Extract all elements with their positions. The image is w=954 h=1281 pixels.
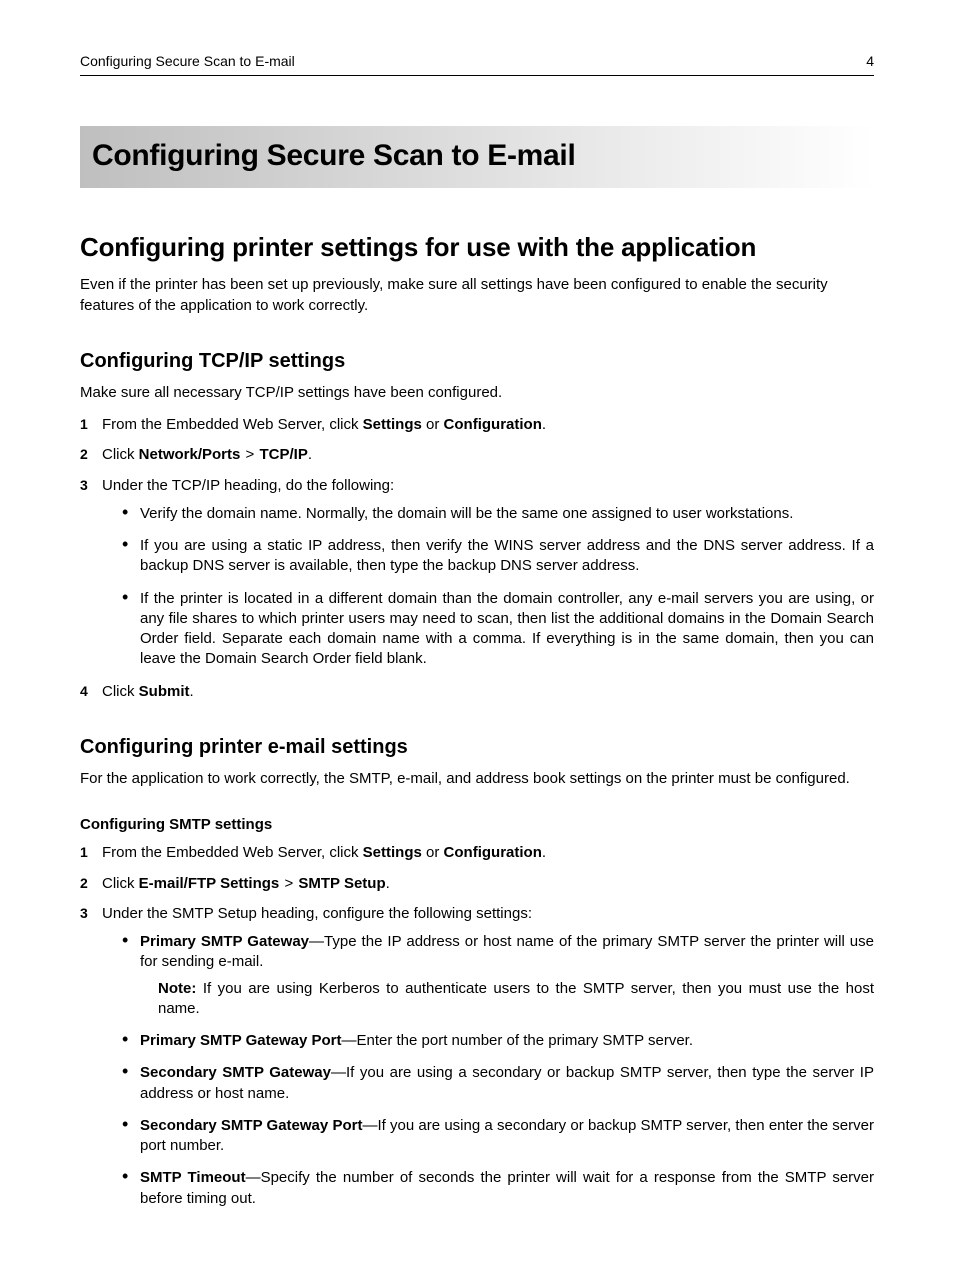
text: or [422, 416, 444, 433]
intro-paragraph: Even if the printer has been set up prev… [80, 275, 874, 316]
text: . [308, 446, 312, 463]
bold-text: SMTP Timeout [140, 1169, 246, 1186]
note: Note: If you are using Kerberos to authe… [158, 979, 874, 1020]
bullet-item: If you are using a static IP address, th… [122, 536, 874, 577]
bullet-item: Primary SMTP Gateway Port—Enter the port… [122, 1031, 874, 1051]
text: or [422, 844, 444, 861]
header-title: Configuring Secure Scan to E-mail [80, 52, 295, 71]
note-label: Note: [158, 980, 196, 997]
step-number: 2 [80, 445, 88, 464]
heading-smtp: Configuring SMTP settings [80, 815, 874, 835]
tcpip-bullets: Verify the domain name. Normally, the do… [122, 504, 874, 670]
bullet-item: Verify the domain name. Normally, the do… [122, 504, 874, 524]
bold-text: Submit [139, 683, 190, 700]
step-number: 4 [80, 682, 88, 701]
bold-text: Primary SMTP Gateway Port [140, 1032, 341, 1049]
step-item: 1 From the Embedded Web Server, click Se… [80, 415, 874, 435]
smtp-bullets: Primary SMTP Gateway—Type the IP address… [122, 932, 874, 1209]
bold-text: Secondary SMTP Gateway [140, 1064, 331, 1081]
step-text: From the Embedded Web Server, click Sett… [102, 416, 546, 433]
bullet-item: If the printer is located in a different… [122, 589, 874, 670]
bullet-item: SMTP Timeout—Specify the number of secon… [122, 1168, 874, 1209]
chevron: > [284, 875, 293, 892]
text: . [190, 683, 194, 700]
text: From the Embedded Web Server, click [102, 416, 363, 433]
step-text: Click Network/Ports > TCP/IP. [102, 446, 312, 463]
text: Click [102, 683, 139, 700]
smtp-steps: 1 From the Embedded Web Server, click Se… [80, 843, 874, 1209]
step-item: 2 Click Network/Ports > TCP/IP. [80, 445, 874, 465]
bold-text: Configuration [444, 416, 542, 433]
text: Click [102, 446, 139, 463]
page-title: Configuring Secure Scan to E-mail [80, 126, 874, 189]
bullet-item: Secondary SMTP Gateway—If you are using … [122, 1063, 874, 1104]
text: From the Embedded Web Server, click [102, 844, 363, 861]
heading-tcpip: Configuring TCP/IP settings [80, 348, 874, 375]
section-heading-printer-settings: Configuring printer settings for use wit… [80, 230, 874, 265]
text: . [542, 416, 546, 433]
tcpip-intro: Make sure all necessary TCP/IP settings … [80, 383, 874, 403]
tcpip-steps: 1 From the Embedded Web Server, click Se… [80, 415, 874, 702]
bold-text: TCP/IP [259, 446, 307, 463]
step-text: Click E‑mail/FTP Settings > SMTP Setup. [102, 875, 390, 892]
chevron: > [246, 446, 255, 463]
step-number: 1 [80, 415, 88, 434]
bold-text: SMTP Setup [298, 875, 385, 892]
bold-text: Secondary SMTP Gateway Port [140, 1117, 362, 1134]
step-text: Click Submit. [102, 683, 194, 700]
text: Click [102, 875, 139, 892]
step-item: 4 Click Submit. [80, 682, 874, 702]
text: . [386, 875, 390, 892]
step-item: 3 Under the SMTP Setup heading, configur… [80, 904, 874, 1209]
text: . [542, 844, 546, 861]
bullet-text: If you are using a static IP address, th… [140, 537, 874, 574]
step-text: Under the TCP/IP heading, do the followi… [102, 477, 394, 494]
step-number: 3 [80, 904, 88, 923]
chevron-icon: > [240, 446, 259, 463]
bullet-text: —Enter the port number of the primary SM… [341, 1032, 693, 1049]
step-number: 1 [80, 843, 88, 862]
running-header: Configuring Secure Scan to E-mail 4 [80, 52, 874, 76]
bold-text: E‑mail/FTP Settings [139, 875, 280, 892]
bullet-text: Verify the domain name. Normally, the do… [140, 505, 793, 522]
step-number: 2 [80, 874, 88, 893]
step-number: 3 [80, 476, 88, 495]
bold-text: Network/Ports [139, 446, 241, 463]
document-page: Configuring Secure Scan to E-mail 4 Conf… [0, 0, 954, 1281]
note-text: If you are using Kerberos to authenticat… [158, 980, 874, 1017]
step-item: 3 Under the TCP/IP heading, do the follo… [80, 476, 874, 670]
step-text: From the Embedded Web Server, click Sett… [102, 844, 546, 861]
bold-text: Configuration [444, 844, 542, 861]
step-text: Under the SMTP Setup heading, configure … [102, 905, 532, 922]
bullet-text: If the printer is located in a different… [140, 590, 874, 668]
bullet-item: Secondary SMTP Gateway Port—If you are u… [122, 1116, 874, 1157]
bold-text: Settings [363, 844, 422, 861]
step-item: 2 Click E‑mail/FTP Settings > SMTP Setup… [80, 874, 874, 894]
step-item: 1 From the Embedded Web Server, click Se… [80, 843, 874, 863]
bold-text: Settings [363, 416, 422, 433]
email-intro: For the application to work correctly, t… [80, 769, 874, 789]
bullet-item: Primary SMTP Gateway—Type the IP address… [122, 932, 874, 1019]
bold-text: Primary SMTP Gateway [140, 933, 309, 950]
heading-email-settings: Configuring printer e‑mail settings [80, 734, 874, 761]
bullet-text: —Specify the number of seconds the print… [140, 1169, 874, 1206]
chevron-icon: > [279, 875, 298, 892]
page-number: 4 [866, 52, 874, 71]
